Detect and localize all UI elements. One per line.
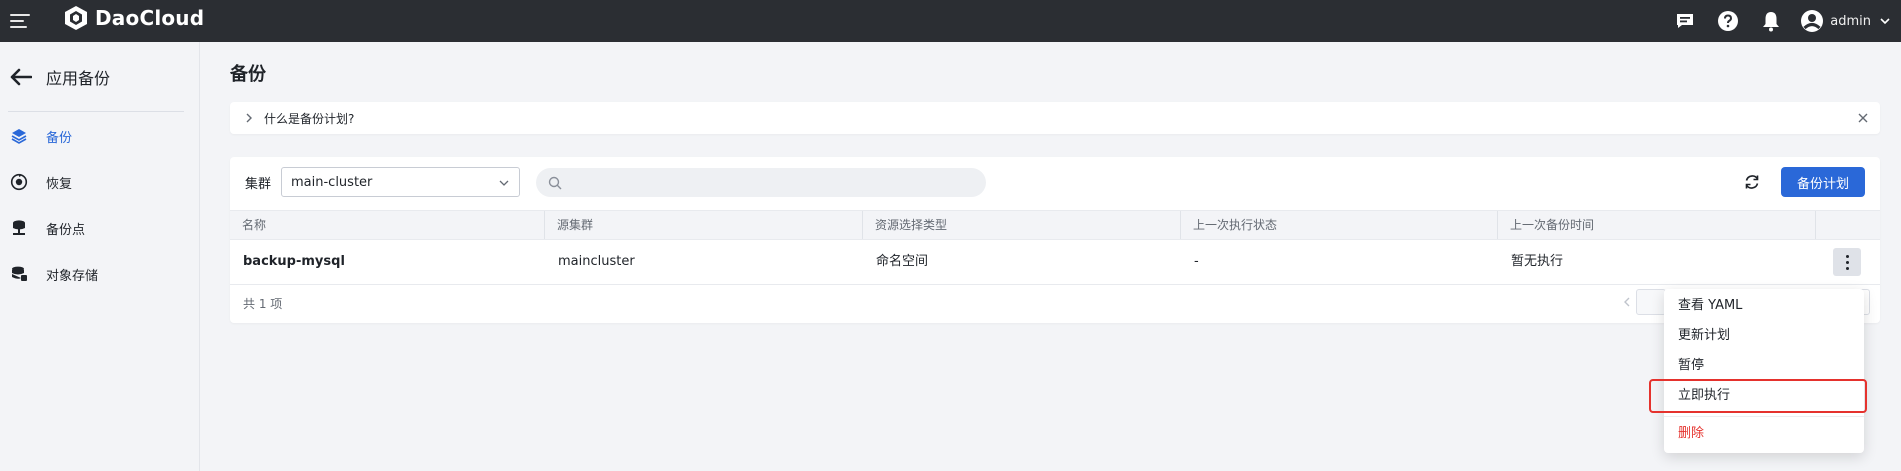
backup-plan-card: 集群 main-cluster 备份计划 名称 源集群 资源选择类型 上一次执行… — [230, 157, 1880, 323]
back-button[interactable] — [8, 64, 34, 90]
info-banner-text[interactable]: 什么是备份计划? — [264, 110, 354, 127]
menu-item-view-yaml[interactable]: 查看 YAML — [1664, 291, 1864, 321]
total-count: 共 1 项 — [243, 297, 283, 311]
search-box[interactable] — [536, 168, 986, 197]
sidebar-item-label: 备份 — [46, 130, 73, 146]
help-icon[interactable] — [1713, 6, 1743, 36]
layers-icon — [8, 125, 30, 147]
sidebar-item-backup-point[interactable]: 备份点 — [8, 211, 192, 245]
cell-last-backup-time: 暂无执行 — [1511, 254, 1564, 269]
menu-item-delete[interactable]: 删除 — [1664, 419, 1864, 449]
cell-source-cluster: maincluster — [558, 254, 635, 269]
chevron-down-icon — [499, 180, 509, 186]
user-menu[interactable]: admin — [1800, 9, 1891, 33]
chevron-right-icon[interactable] — [243, 112, 255, 124]
create-backup-plan-button[interactable]: 备份计划 — [1781, 167, 1865, 197]
search-input[interactable] — [570, 175, 970, 190]
page-title: 备份 — [230, 64, 266, 85]
sidebar-item-label: 恢复 — [46, 176, 73, 192]
message-icon[interactable] — [1670, 6, 1700, 36]
bell-icon[interactable] — [1756, 6, 1786, 36]
brand-logo[interactable]: DaoCloud — [62, 4, 204, 32]
table-row: backup-mysql maincluster 命名空间 - 暂无执行 — [230, 240, 1880, 285]
menu-item-run-now[interactable]: 立即执行 — [1649, 379, 1867, 413]
column-header-last-status[interactable]: 上一次执行状态 — [1181, 211, 1498, 239]
column-header-last-backup-time[interactable]: 上一次备份时间 — [1498, 211, 1816, 239]
close-icon[interactable] — [1856, 111, 1870, 125]
column-header-source-cluster[interactable]: 源集群 — [545, 211, 863, 239]
column-header-resource-type[interactable]: 资源选择类型 — [863, 211, 1181, 239]
refresh-icon[interactable] — [1741, 171, 1763, 193]
chevron-left-icon[interactable] — [1620, 295, 1634, 309]
column-header-name[interactable]: 名称 — [230, 211, 545, 239]
sidebar-item-label: 备份点 — [46, 222, 86, 238]
sidebar-item-backup[interactable]: 备份 — [8, 119, 192, 153]
object-storage-icon — [8, 263, 30, 285]
cluster-select-value: main-cluster — [291, 174, 373, 190]
page-number[interactable] — [1636, 289, 1666, 315]
user-name: admin — [1830, 13, 1871, 29]
logo-icon — [65, 6, 87, 30]
table-header: 名称 源集群 资源选择类型 上一次执行状态 上一次备份时间 — [230, 210, 1880, 240]
menu-divider — [1664, 416, 1864, 417]
info-banner: 什么是备份计划? — [230, 102, 1880, 134]
sidebar-title: 应用备份 — [46, 69, 111, 88]
menu-item-pause[interactable]: 暂停 — [1664, 351, 1864, 381]
cluster-label: 集群 — [245, 177, 272, 192]
chevron-down-icon — [1880, 18, 1890, 25]
cell-resource-type: 命名空间 — [876, 254, 929, 269]
cell-last-status: - — [1194, 254, 1199, 269]
search-icon — [548, 176, 562, 189]
brand-name: DaoCloud — [95, 6, 205, 30]
sidebar-divider — [8, 111, 184, 112]
arrow-left-icon — [10, 68, 32, 86]
row-actions-menu: 查看 YAML 更新计划 暂停 立即执行 删除 — [1649, 289, 1867, 453]
menu-item-update-plan[interactable]: 更新计划 — [1664, 321, 1864, 351]
sidebar-item-label: 对象存储 — [46, 268, 99, 284]
cell-name[interactable]: backup-mysql — [230, 240, 545, 285]
more-vertical-icon — [1845, 253, 1849, 271]
restore-icon — [8, 171, 30, 193]
backup-point-icon — [8, 217, 30, 239]
menu-icon[interactable] — [10, 10, 30, 30]
sidebar-item-restore[interactable]: 恢复 — [8, 165, 192, 199]
cluster-select[interactable]: main-cluster — [281, 167, 520, 197]
sidebar-item-object-storage[interactable]: 对象存储 — [8, 257, 192, 291]
more-actions-button[interactable] — [1833, 248, 1861, 276]
user-avatar-icon — [1801, 10, 1824, 32]
top-bar: DaoCloud admin — [0, 0, 1901, 42]
sidebar: 应用备份 备份 恢复 备份点 对象存储 — [0, 42, 200, 471]
